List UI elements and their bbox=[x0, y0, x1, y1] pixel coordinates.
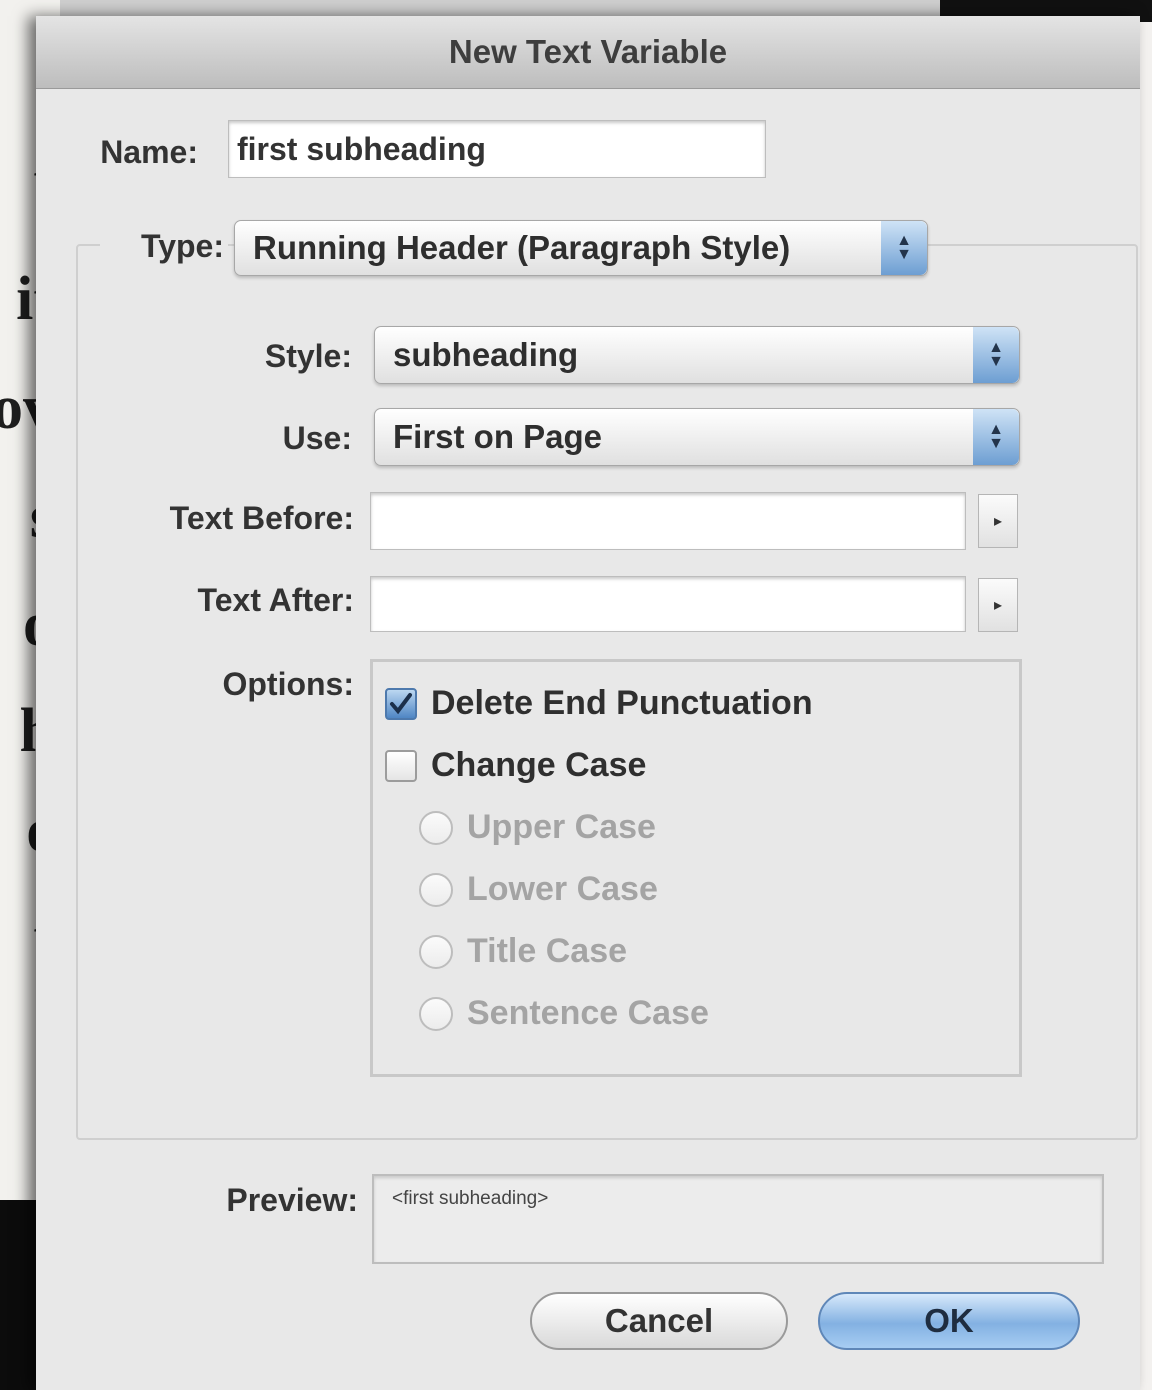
preview-label: Preview: bbox=[226, 1182, 358, 1218]
checkmark-icon bbox=[390, 692, 412, 714]
upper-case-radio[interactable]: Upper Case bbox=[419, 808, 656, 847]
text-before-label: Text Before: bbox=[169, 500, 354, 536]
cancel-button[interactable]: Cancel bbox=[530, 1292, 788, 1350]
lower-case-label: Lower Case bbox=[467, 870, 658, 908]
checkbox-checked-icon bbox=[385, 687, 417, 720]
name-field[interactable]: first subheading bbox=[228, 120, 766, 178]
lower-case-radio[interactable]: Lower Case bbox=[419, 870, 658, 909]
triangle-right-icon: ▸ bbox=[993, 513, 1003, 530]
popup-arrows-icon: ▲ ▼ bbox=[973, 327, 1019, 383]
use-popup[interactable]: First on Page ▲ ▼ bbox=[374, 408, 1020, 466]
use-popup-value: First on Page bbox=[393, 418, 603, 455]
radio-button-icon bbox=[419, 872, 453, 907]
text-before-field[interactable] bbox=[370, 492, 966, 550]
radio-button-icon bbox=[419, 996, 453, 1031]
style-popup[interactable]: subheading ▲ ▼ bbox=[374, 326, 1020, 384]
ok-button[interactable]: OK bbox=[818, 1292, 1080, 1350]
text-after-label: Text After: bbox=[197, 582, 354, 618]
triangle-right-icon: ▸ bbox=[993, 597, 1003, 614]
new-text-variable-dialog: New Text Variable Name: first subheading… bbox=[36, 16, 1140, 1390]
dialog-titlebar[interactable]: New Text Variable bbox=[36, 16, 1140, 89]
type-popup-value: Running Header (Paragraph Style) bbox=[253, 229, 791, 266]
title-case-radio[interactable]: Title Case bbox=[419, 932, 627, 971]
popup-arrows-icon: ▲ ▼ bbox=[973, 409, 1019, 465]
sentence-case-radio[interactable]: Sentence Case bbox=[419, 994, 709, 1033]
style-popup-value: subheading bbox=[393, 336, 579, 373]
preview-box: <first subheading> bbox=[372, 1174, 1104, 1264]
style-label: Style: bbox=[264, 338, 352, 374]
dialog-title: New Text Variable bbox=[448, 33, 728, 70]
sentence-case-label: Sentence Case bbox=[467, 994, 709, 1032]
text-after-field[interactable] bbox=[370, 576, 966, 632]
options-label: Options: bbox=[222, 666, 354, 702]
preview-text: <first subheading> bbox=[392, 1188, 549, 1209]
text-before-special-char-button[interactable]: ▸ bbox=[978, 494, 1018, 548]
background-dark-bar bbox=[0, 1200, 38, 1390]
name-label: Name: bbox=[100, 134, 198, 170]
radio-button-icon bbox=[419, 810, 453, 845]
type-label: Type: bbox=[100, 228, 228, 265]
type-popup[interactable]: Running Header (Paragraph Style) ▲ ▼ bbox=[234, 220, 928, 276]
change-case-label: Change Case bbox=[431, 746, 647, 784]
delete-end-punctuation-label: Delete End Punctuation bbox=[431, 684, 813, 722]
text-after-special-char-button[interactable]: ▸ bbox=[978, 578, 1018, 632]
use-label: Use: bbox=[282, 420, 352, 456]
upper-case-label: Upper Case bbox=[467, 808, 656, 846]
delete-end-punctuation-checkbox[interactable]: Delete End Punctuation bbox=[385, 684, 813, 723]
change-case-checkbox[interactable]: Change Case bbox=[385, 746, 646, 785]
checkbox-unchecked-icon bbox=[385, 749, 417, 782]
options-box: Delete End Punctuation Change Case Upper… bbox=[370, 659, 1022, 1077]
title-case-label: Title Case bbox=[467, 932, 628, 970]
popup-arrows-icon: ▲ ▼ bbox=[881, 221, 927, 275]
radio-button-icon bbox=[419, 934, 453, 969]
